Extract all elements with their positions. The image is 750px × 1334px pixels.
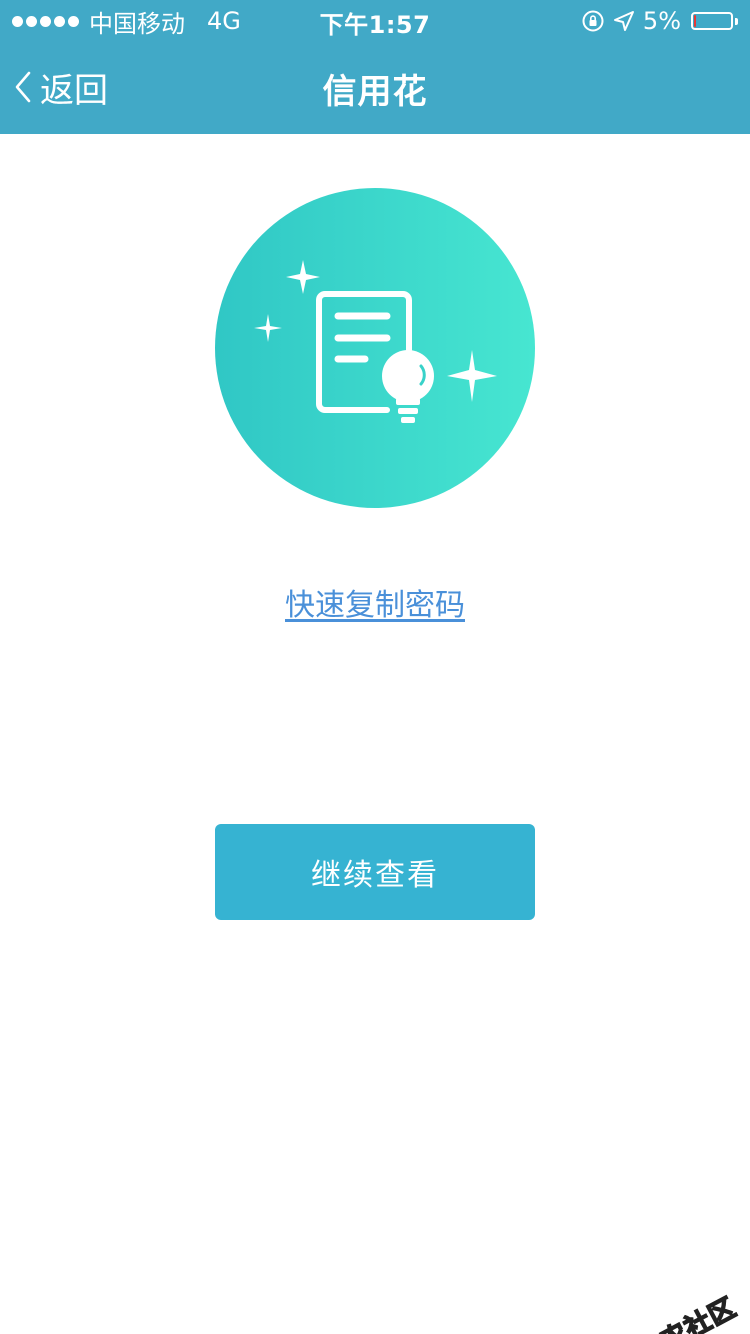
battery-level-fill [694,15,696,27]
continue-button[interactable]: 继续查看 [215,824,535,920]
battery-percent: 5% [642,7,681,35]
screen: 中国移动 4G 下午1:57 5% 返回 信用花 快速复制密码 继续查看 卡农社… [0,0,750,1334]
status-bar: 中国移动 4G 下午1:57 5% [0,0,750,40]
status-right: 5% [581,6,738,36]
page-title: 信用花 [322,72,428,112]
copy-password-link[interactable]: 快速复制密码 [0,580,750,624]
watermark: 卡农社区 [603,1287,742,1334]
battery-cap [735,17,738,25]
location-arrow-icon [613,11,634,31]
document-lightbulb-sparkles-icon [215,188,535,508]
watermark-text: 卡农社区 [631,1292,742,1334]
rotation-lock-icon [582,10,604,32]
nav-bar: 返回 信用花 [0,40,750,134]
header: 中国移动 4G 下午1:57 5% 返回 信用花 [0,0,750,134]
battery-icon [691,12,733,30]
